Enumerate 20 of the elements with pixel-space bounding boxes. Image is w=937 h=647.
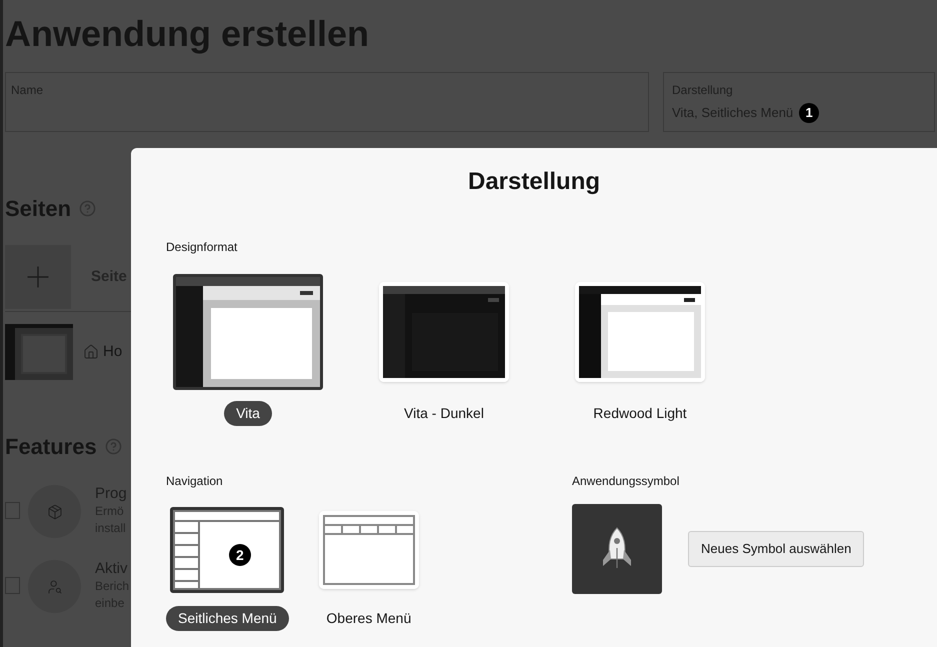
help-icon[interactable] — [79, 200, 96, 217]
theme-label[interactable]: Vita - Dunkel — [404, 401, 484, 426]
dialog-title: Darstellung — [466, 167, 602, 197]
menu-layout-label[interactable]: Oberes Menü — [326, 606, 412, 631]
menu-layout-option[interactable]: 2 — [170, 507, 284, 593]
home-icon — [83, 344, 99, 360]
select-icon-button[interactable]: Neues Symbol auswählen — [688, 531, 864, 567]
section-label: Designformat — [166, 239, 238, 256]
callout-number: 1 — [799, 103, 820, 123]
section-label: Navigation — [166, 473, 224, 490]
section-label: Anwendungssymbol — [572, 473, 680, 490]
theme-label[interactable]: Redwood Light — [593, 401, 687, 426]
menu-layout-label[interactable]: Seitliches Menü — [166, 606, 289, 631]
add-page-button[interactable] — [5, 245, 71, 309]
feature-icon — [46, 504, 62, 520]
feature-icon — [46, 578, 62, 594]
help-icon[interactable] — [104, 438, 122, 455]
page-thumbnail — [5, 324, 73, 380]
theme-label[interactable]: Vita — [224, 401, 272, 426]
callout-number: 2 — [228, 544, 251, 566]
